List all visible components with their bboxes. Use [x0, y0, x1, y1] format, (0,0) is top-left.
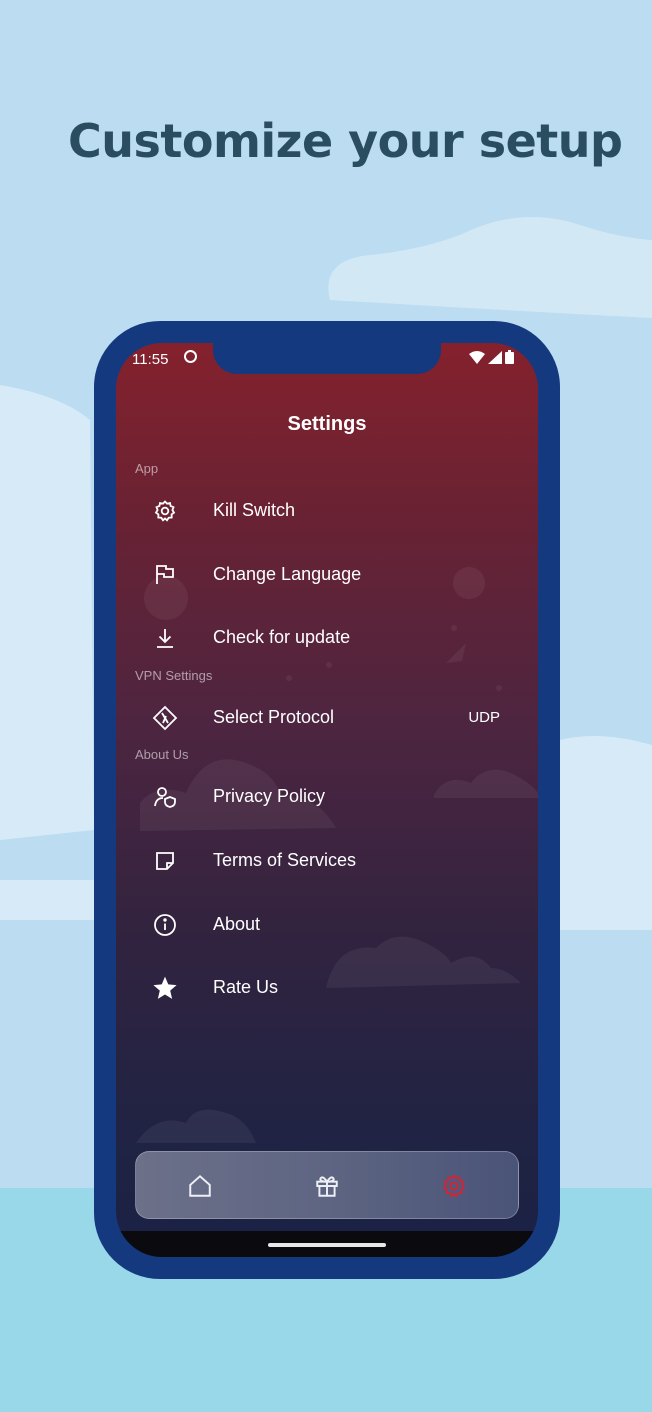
star-icon: [152, 975, 178, 1001]
battery-icon: [505, 350, 514, 364]
settings-item-label: Select Protocol: [213, 707, 335, 727]
settings-item-label: Rate Us: [213, 977, 279, 997]
signal-icon: [488, 350, 502, 364]
settings-icon: [442, 1174, 466, 1198]
home-icon: [189, 1174, 211, 1197]
settings-item-label: Change Language: [213, 564, 362, 584]
note-icon: [152, 848, 178, 874]
user-shield-icon: [152, 784, 178, 810]
phone-screen: 11:55 Settings App Kill Switch Change La…: [116, 343, 538, 1257]
section-label-vpn-settings: VPN Settings: [135, 668, 213, 683]
protocol-value: UDP: [468, 709, 500, 726]
nav-settings-button[interactable]: [438, 1170, 470, 1202]
download-icon: [152, 625, 178, 651]
status-notification-icon: [184, 350, 197, 363]
settings-item-change-language[interactable]: Change Language: [116, 548, 538, 600]
info-icon: [152, 912, 178, 938]
camera-notch: [213, 343, 441, 374]
screen-title: Settings: [287, 413, 367, 435]
section-label-app: App: [135, 461, 159, 476]
bottom-navigation: [135, 1151, 519, 1219]
home-indicator[interactable]: [268, 1243, 386, 1247]
page-headline: Customize your setup: [68, 114, 623, 168]
nav-home-button[interactable]: [184, 1170, 216, 1202]
phone-frame: 11:55 Settings App Kill Switch Change La…: [94, 321, 560, 1279]
status-icons: [469, 350, 514, 364]
settings-item-label: Terms of Services: [213, 850, 357, 870]
settings-item-rate-us[interactable]: Rate Us: [116, 961, 538, 1013]
gift-icon: [316, 1176, 338, 1197]
settings-item-about[interactable]: About: [116, 898, 538, 950]
settings-item-label: Privacy Policy: [213, 786, 326, 806]
settings-item-terms-of-services[interactable]: Terms of Services: [116, 834, 538, 886]
flag-icon: [152, 562, 178, 588]
nav-gift-button[interactable]: [311, 1170, 343, 1202]
settings-item-label: Kill Switch: [213, 500, 296, 520]
settings-item-label: About: [213, 914, 261, 934]
gear-icon: [152, 498, 178, 524]
protocol-icon: [152, 705, 178, 731]
wifi-icon: [469, 350, 485, 364]
settings-item-select-protocol[interactable]: Select Protocol UDP: [116, 691, 538, 743]
settings-item-kill-switch[interactable]: Kill Switch: [116, 484, 538, 536]
settings-item-label: Check for update: [213, 627, 351, 647]
section-label-about-us: About Us: [135, 747, 189, 762]
status-time: 11:55: [132, 351, 169, 368]
settings-item-check-update[interactable]: Check for update: [116, 611, 538, 663]
settings-item-privacy-policy[interactable]: Privacy Policy: [116, 770, 538, 822]
